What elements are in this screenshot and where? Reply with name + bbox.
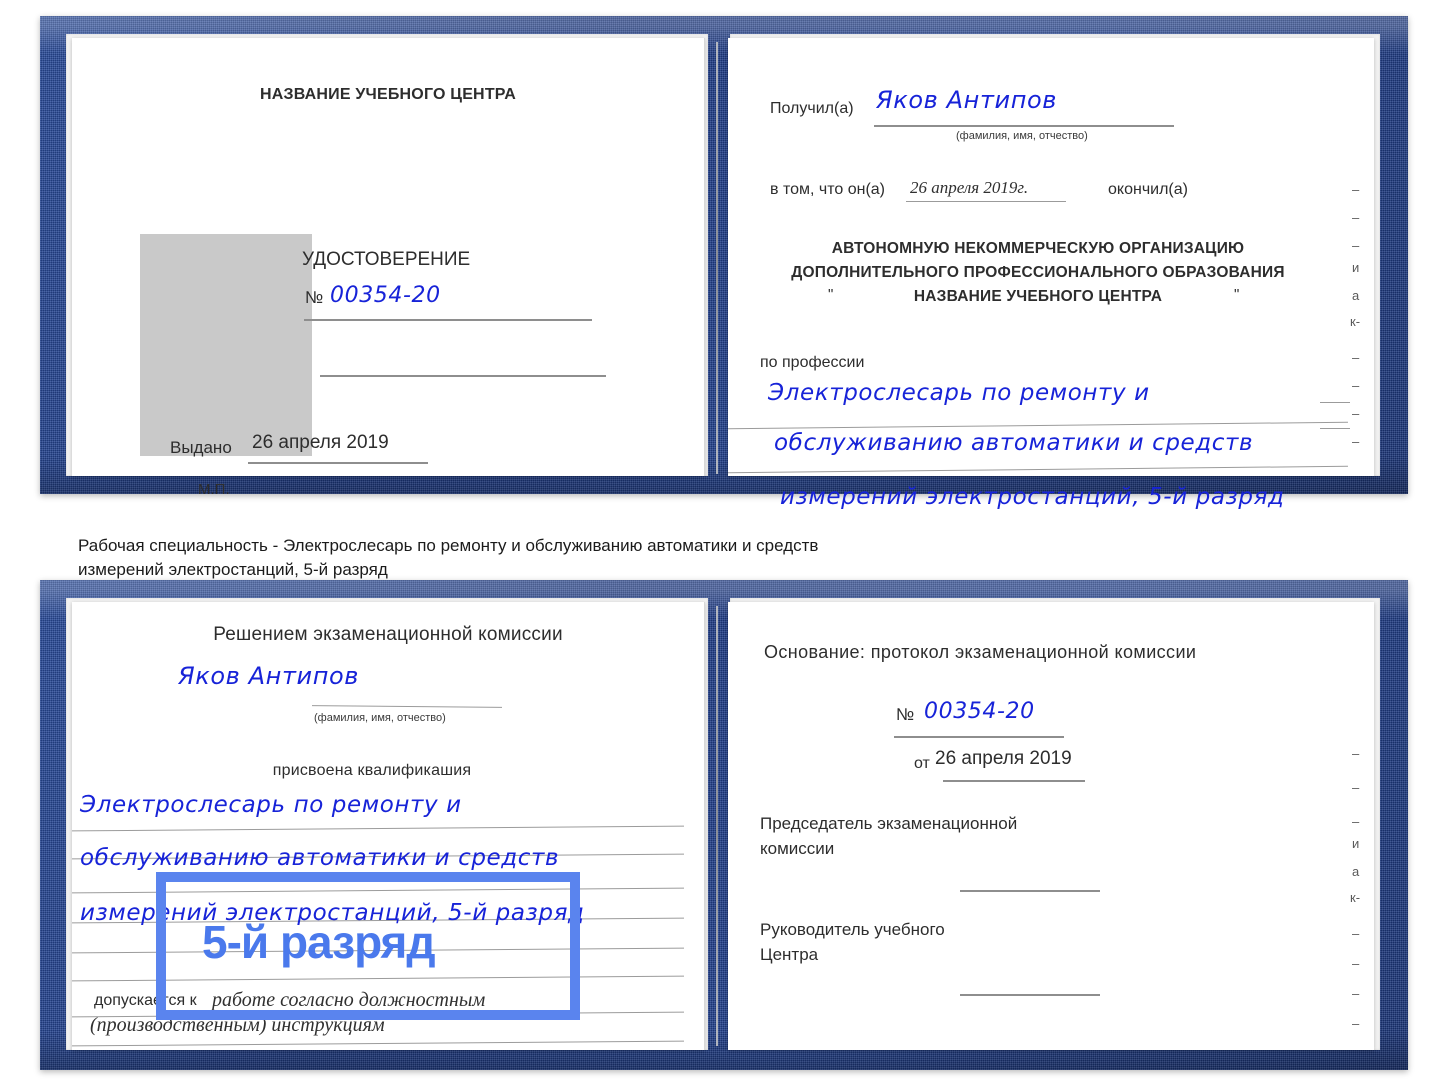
page-edge-bleed-bottom: – – – и а к- – – – –: [1346, 740, 1380, 1040]
bleed-char: –: [1352, 182, 1360, 197]
page-top-right: Получил(а) Яков Антипов (фамилия, имя, о…: [728, 38, 1374, 510]
bleed-char: –: [1352, 780, 1360, 795]
issued-label: Выдано: [170, 438, 232, 457]
profession-line-3: измерений электростанций, 5-й разряд: [780, 484, 1285, 510]
certificate-bottom: Решением экзаменационной комиссии Яков А…: [40, 580, 1408, 1070]
head-signature-rule: [960, 994, 1100, 996]
protocol-number-rule: [894, 736, 1064, 738]
qualification-label: присвоена квалификашия: [272, 762, 472, 779]
org-line-1: АВТОНОМНУЮ НЕКОММЕРЧЕСКУЮ ОРГАНИЗАЦИЮ: [831, 240, 1245, 257]
bleed-char: –: [1352, 926, 1360, 941]
head-line-1: Руководитель учебного: [760, 920, 945, 939]
protocol-number-value: 00354-20: [924, 699, 1035, 724]
number-label: №: [305, 288, 324, 307]
qual-rule-6: [72, 975, 684, 982]
bleed-char: а: [1352, 288, 1360, 303]
caption-line-2: измерений электростанций, 5-й разряд: [78, 560, 388, 579]
qualification-line-2: обслуживанию автоматики и средств: [80, 845, 560, 871]
protocol-date-label: от: [914, 755, 930, 772]
profession-rule-1: [728, 421, 1348, 430]
org-quote-close: ": [1234, 286, 1240, 303]
org-name: НАЗВАНИЕ УЧЕБНОГО ЦЕНТРА: [913, 288, 1163, 305]
bleed-char: –: [1352, 956, 1360, 971]
bleed-char: –: [1352, 986, 1360, 1001]
bleed-char: –: [1352, 406, 1360, 421]
protocol-date-rule: [943, 780, 1085, 782]
received-rule: [874, 125, 1174, 127]
issued-value: 26 апреля 2019: [252, 432, 389, 453]
bleed-char: –: [1352, 434, 1360, 449]
commission-decision-header: Решением экзаменационной комиссии: [213, 624, 563, 645]
page-bottom-left: Решением экзаменационной комиссии Яков А…: [72, 602, 705, 1050]
blank-rule: [320, 375, 606, 377]
profession-rule-2: [728, 465, 1348, 474]
received-label: Получил(а): [770, 100, 854, 117]
admitted-rule-2: [72, 1040, 684, 1047]
bleed-char: –: [1352, 378, 1360, 393]
that-he-label: в том, что он(а): [770, 181, 885, 198]
bleed-char: а: [1352, 864, 1360, 879]
bleed-char: и: [1352, 260, 1360, 275]
certificate-scan-stage: НАЗВАНИЕ УЧЕБНОГО ЦЕНТРА М.П. УДОСТОВЕРЕ…: [0, 0, 1448, 1085]
bleed-char: и: [1352, 836, 1360, 851]
bleed-char: к-: [1350, 314, 1361, 329]
bleed-char: –: [1352, 1016, 1360, 1031]
book-spine-bottom: [716, 606, 718, 1046]
certificate-number-value: 00354-20: [330, 283, 441, 308]
fio-hint-bottom: (фамилия, имя, отчество): [314, 712, 446, 724]
admitted-line-1: работе согласно должностным: [212, 989, 486, 1011]
number-rule: [304, 319, 592, 321]
profession-label: по профессии: [760, 354, 865, 371]
bleed-char: –: [1352, 238, 1360, 253]
page-top-left: НАЗВАНИЕ УЧЕБНОГО ЦЕНТРА М.П. УДОСТОВЕРЕ…: [72, 38, 705, 498]
holder-name: Яков Антипов: [178, 662, 360, 690]
basis-label: Основание: протокол экзаменационной коми…: [764, 642, 1197, 662]
chairman-line-1: Председатель экзаменационной: [760, 814, 1018, 833]
caption-block: Рабочая специальность - Электрослесарь п…: [78, 534, 1118, 582]
document-title: УДОСТОВЕРЕНИЕ: [302, 249, 471, 270]
stamp-label: М.П.: [198, 481, 230, 498]
chairman-signature-rule: [960, 890, 1100, 892]
bleed-char: к-: [1350, 890, 1361, 905]
that-he-date: 26 апреля 2019г.: [910, 178, 1029, 197]
qualification-line-1: Электрослесарь по ремонту и: [80, 792, 462, 818]
qual-rule-3: [72, 887, 684, 894]
issued-rule: [248, 462, 428, 464]
finished-label: окончил(а): [1108, 181, 1188, 198]
qual-rule-1: [72, 825, 684, 832]
profession-line-2: обслуживанию автоматики и средств: [774, 430, 1254, 456]
received-value: Яков Антипов: [876, 86, 1058, 114]
protocol-number-label: №: [896, 705, 915, 724]
fio-hint: (фамилия, имя, отчество): [956, 130, 1088, 142]
that-he-date-rule: [906, 201, 1066, 202]
annotation-callout-text: 5-й разряд: [202, 916, 436, 968]
bleed-char: –: [1352, 210, 1360, 225]
bleed-rule: [1320, 428, 1350, 429]
chairman-line-2: комиссии: [760, 839, 835, 858]
page-bottom-right: Основание: протокол экзаменационной коми…: [728, 602, 1374, 1050]
bleed-char: –: [1352, 746, 1360, 761]
protocol-date-value: 26 апреля 2019: [935, 748, 1072, 769]
org-line-2: ДОПОЛНИТЕЛЬНОГО ПРОФЕССИОНАЛЬНОГО ОБРАЗО…: [791, 264, 1285, 281]
book-spine-top: [716, 42, 718, 474]
head-line-2: Центра: [760, 945, 819, 964]
page-edge-bleed-top: – – – и а к- – – – –: [1320, 166, 1380, 466]
photo-placeholder: [140, 234, 312, 456]
fio-rule: [311, 705, 503, 708]
profession-line-1: Электрослесарь по ремонту и: [768, 380, 1150, 406]
bleed-char: –: [1352, 814, 1360, 829]
caption-line-1: Рабочая специальность - Электрослесарь п…: [78, 536, 819, 555]
admitted-label: допускается к: [94, 992, 197, 1009]
bleed-char: –: [1352, 350, 1360, 365]
certificate-top: НАЗВАНИЕ УЧЕБНОГО ЦЕНТРА М.П. УДОСТОВЕРЕ…: [40, 16, 1408, 510]
training-center-header: НАЗВАНИЕ УЧЕБНОГО ЦЕНТРА: [259, 86, 517, 103]
bleed-rule: [1320, 402, 1350, 403]
admitted-line-2: (производственным) инструкциям: [90, 1014, 385, 1036]
